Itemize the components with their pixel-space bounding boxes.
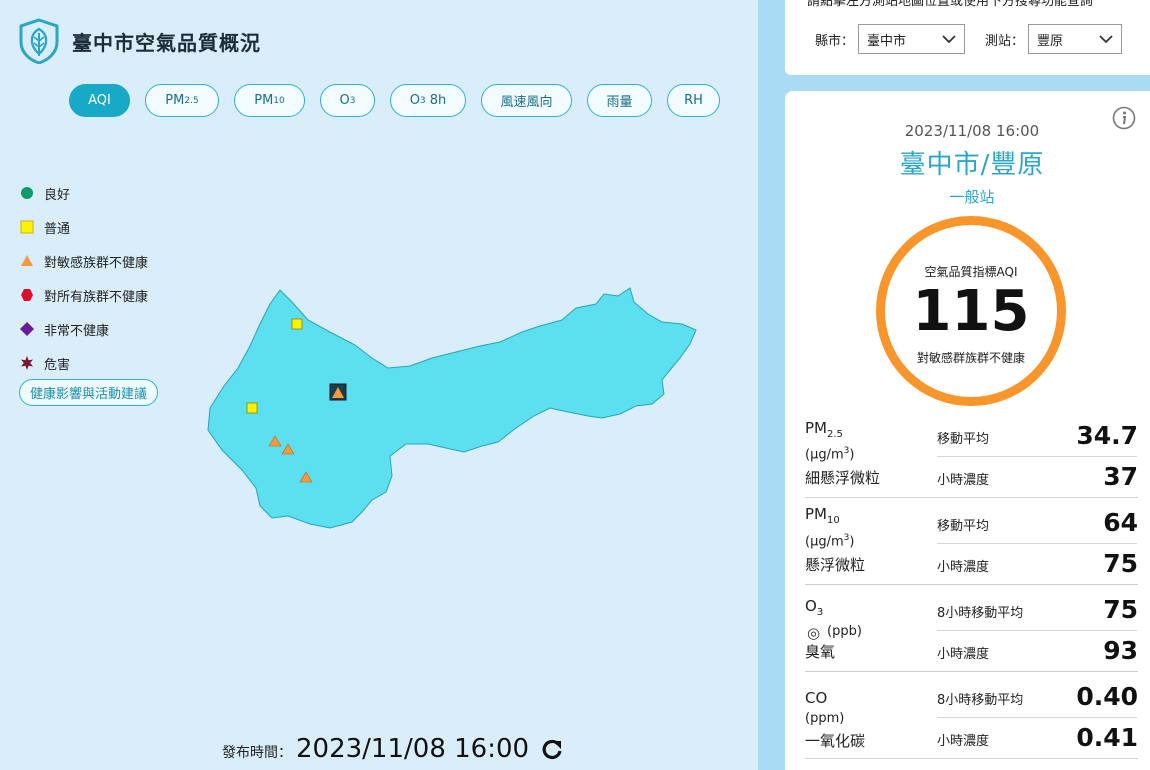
sensitive-triangle-icon <box>21 255 33 266</box>
hazardous-star-icon <box>21 356 33 370</box>
row-value: 0.41 <box>1076 723 1138 752</box>
page-title: 臺中市空氣品質概況 <box>72 30 261 55</box>
row-divider <box>937 717 1137 718</box>
row-value: 37 <box>1103 462 1138 491</box>
refresh-icon[interactable] <box>541 738 563 760</box>
pollutant-cn-name: 臭氧 <box>805 643 836 661</box>
row-divider <box>937 456 1137 457</box>
pollutant-divider <box>805 758 1138 759</box>
pollutant-divider <box>805 497 1138 498</box>
pollutant-tabs: AQI PM 2.5 PM 10 O3 O3 8h 風速風向 雨量 RH <box>69 84 735 117</box>
row-label: 8小時移動平均 <box>937 606 1024 621</box>
tab-aqi[interactable]: AQI <box>69 84 130 117</box>
tab-o3[interactable]: O3 <box>320 84 375 117</box>
target-icon: ◎ <box>807 624 821 642</box>
chevron-down-icon <box>942 35 956 43</box>
aqi-legend: 良好 普通 對敏感族群不健康 對所有族群不健康 非常不健康 危害 <box>20 176 148 380</box>
station-select[interactable]: 豐原 <box>1028 24 1123 54</box>
pollutant-divider <box>805 584 1138 585</box>
pollutant-unit: (ppb) <box>827 624 862 639</box>
legend-item: 普通 <box>20 210 148 244</box>
chevron-down-icon <box>1099 35 1113 43</box>
tab-rain[interactable]: 雨量 <box>587 84 652 117</box>
station-marker[interactable] <box>291 318 303 330</box>
moderate-square-icon <box>20 220 34 234</box>
aqi-value: 115 <box>912 279 1030 344</box>
row-label: 8小時移動平均 <box>937 693 1024 708</box>
legend-item: 非常不健康 <box>20 312 148 346</box>
pollutant-name: O3 <box>805 597 824 618</box>
page-header: 臺中市空氣品質概況 <box>18 18 261 64</box>
pollutant-divider <box>805 671 1138 672</box>
taichung-map[interactable] <box>200 280 710 540</box>
tab-o3-8h[interactable]: O3 8h <box>390 84 466 117</box>
row-divider <box>937 543 1137 544</box>
detail-date: 2023/11/08 16:00 <box>904 122 1040 140</box>
row-value: 75 <box>1103 595 1138 624</box>
legend-item: 對所有族群不健康 <box>20 278 148 312</box>
tab-pm10[interactable]: PM 10 <box>234 84 305 117</box>
health-advice-button[interactable]: 健康影響與活動建議 <box>19 379 159 406</box>
map-panel: 臺中市空氣品質概況 AQI PM 2.5 PM 10 O3 O3 8h 風速風向 雨… <box>0 0 758 770</box>
station-marker[interactable] <box>246 402 258 414</box>
pollutant-name: PM2.5 <box>805 419 843 440</box>
station-name: 臺中市/豐原 <box>899 150 1045 180</box>
tab-wind[interactable]: 風速風向 <box>481 84 572 117</box>
tab-pm25[interactable]: PM 2.5 <box>145 84 219 117</box>
unhealthy-hexagon-icon <box>21 289 33 301</box>
pollutant-cn-name: 一氧化碳 <box>805 732 866 750</box>
row-label: 移動平均 <box>937 519 990 534</box>
row-value: 93 <box>1103 636 1138 665</box>
taichung-region[interactable] <box>207 287 697 529</box>
tab-rh[interactable]: RH <box>667 84 720 117</box>
row-value: 64 <box>1103 508 1138 537</box>
row-label: 小時濃度 <box>937 473 990 488</box>
pollutant-cn-name: 細懸浮微粒 <box>805 469 881 487</box>
aqi-ring: 空氣品質指標AQI 115 對敏感群族群不健康 <box>876 216 1066 406</box>
row-value: 75 <box>1103 549 1138 578</box>
leaf-shield-logo-icon <box>19 18 59 64</box>
pollutant-unit: (μg/m3) <box>805 446 855 463</box>
county-select[interactable]: 臺中市 <box>858 24 966 54</box>
pollutant-cn-name: 懸浮微粒 <box>805 556 866 574</box>
station-label: 測站： <box>985 33 1025 49</box>
search-hint: 請點擊左方測站地圖位置或使用下方搜尋功能查詢 <box>807 0 1094 9</box>
pollutant-unit: (μg/m3) <box>805 533 855 550</box>
search-row: 縣市： 臺中市 測站： 豐原 <box>815 24 1123 54</box>
row-label: 移動平均 <box>937 432 990 447</box>
pollutant-unit: (ppm) <box>805 711 845 726</box>
legend-item: 危害 <box>20 346 148 380</box>
station-detail-card: 2023/11/08 16:00 臺中市/豐原 一般站 空氣品質指標AQI 11… <box>785 91 1150 770</box>
row-value: 0.40 <box>1076 682 1138 711</box>
legend-item: 對敏感族群不健康 <box>20 244 148 278</box>
aqi-status: 對敏感群族群不健康 <box>916 351 1025 365</box>
row-label: 小時濃度 <box>937 734 990 749</box>
aqi-label: 空氣品質指標AQI <box>924 265 1018 279</box>
row-label: 小時濃度 <box>937 647 990 662</box>
very-unhealthy-diamond-icon <box>20 322 34 336</box>
good-circle-icon <box>21 187 33 199</box>
legend-item: 良好 <box>20 176 148 210</box>
search-card: 請點擊左方測站地圖位置或使用下方搜尋功能查詢 縣市： 臺中市 測站： 豐原 <box>785 0 1150 75</box>
row-divider <box>937 630 1137 631</box>
row-label: 小時濃度 <box>937 560 990 575</box>
release-label: 發布時間： <box>222 745 292 761</box>
county-label: 縣市： <box>815 33 855 49</box>
row-value: 34.7 <box>1076 421 1138 450</box>
station-type: 一般站 <box>949 188 995 206</box>
release-time: 2023/11/08 16:00 <box>296 734 530 764</box>
pollutant-name: CO <box>805 689 828 707</box>
release-time-bar: 發布時間： 2023/11/08 16:00 <box>222 734 563 764</box>
pollutant-name: PM10 <box>805 505 840 526</box>
